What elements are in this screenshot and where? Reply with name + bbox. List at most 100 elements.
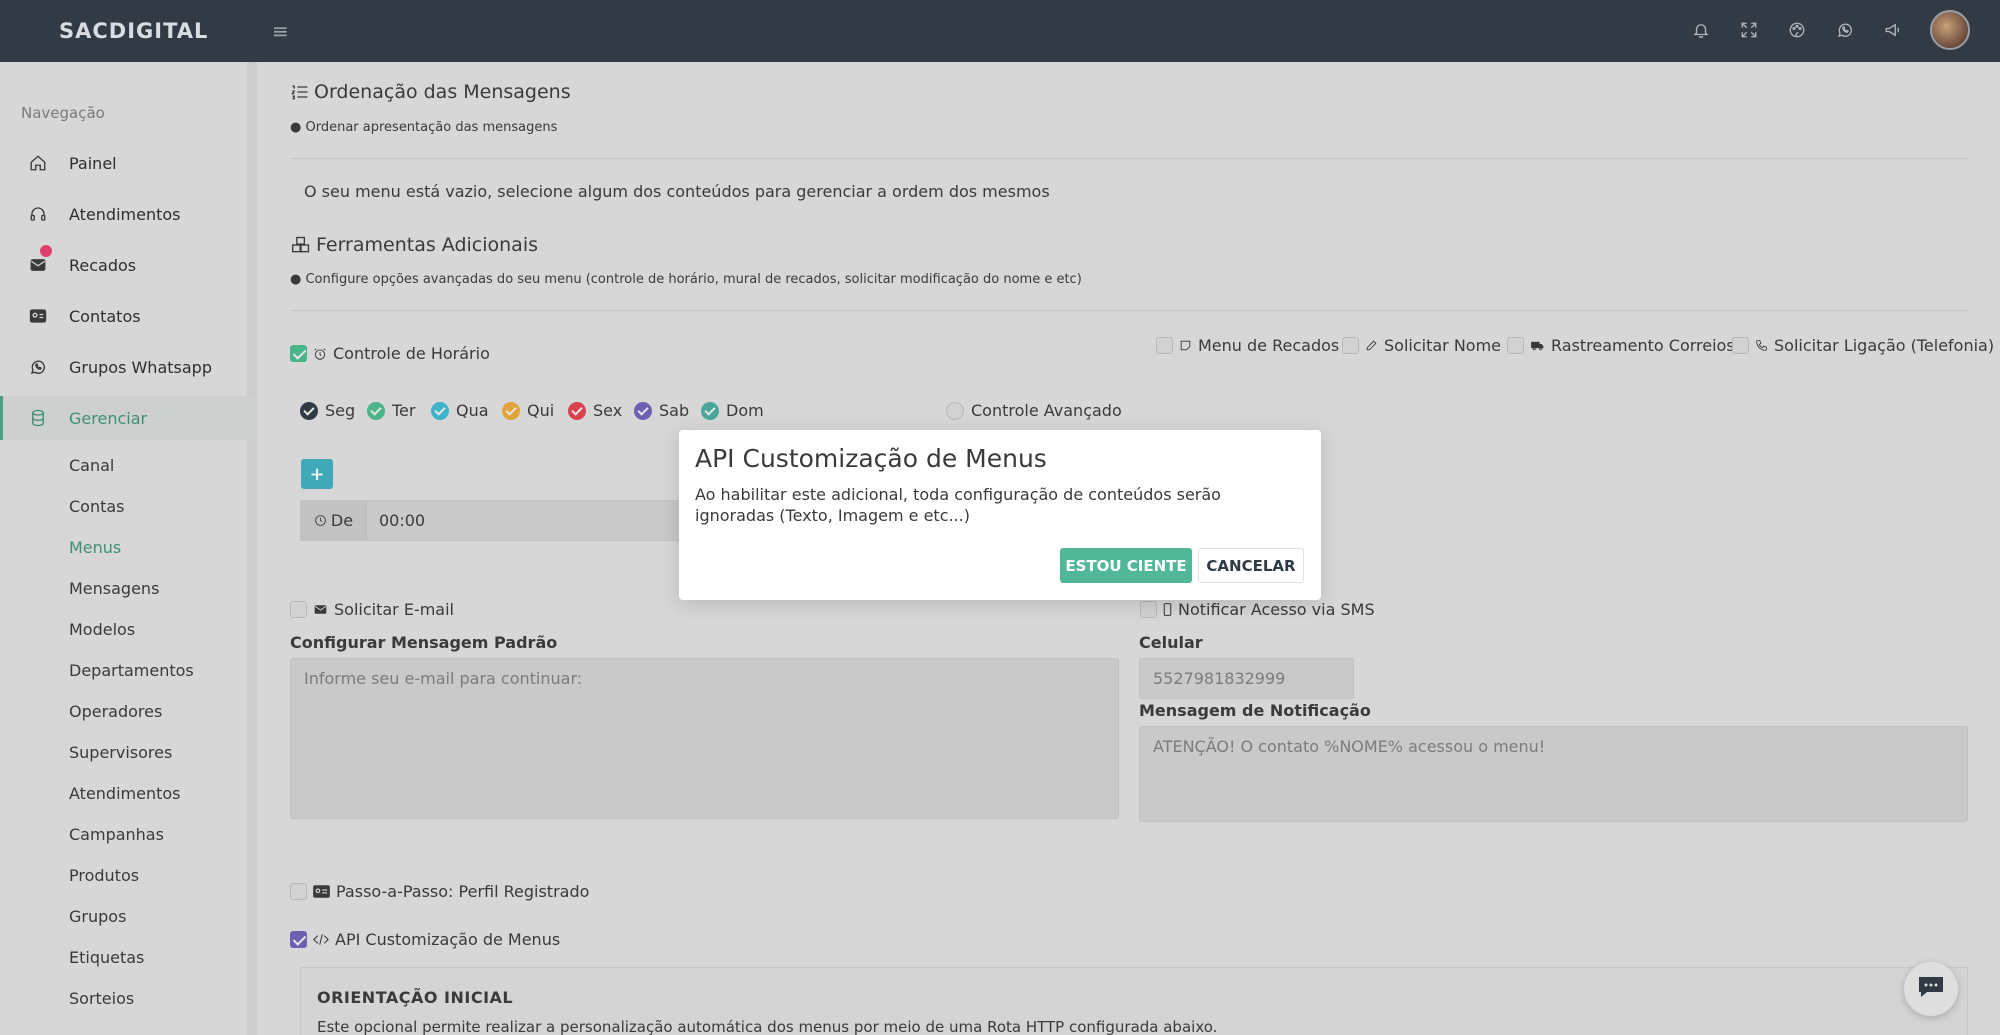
- sub-item-etiquetas[interactable]: Etiquetas: [69, 948, 144, 967]
- card-text: Este opcional permite realizar a persona…: [317, 1018, 1218, 1035]
- solicitar-email-checkbox[interactable]: [290, 601, 307, 618]
- modal-body: Ao habilitar este adicional, toda config…: [695, 485, 1221, 525]
- schedule-control-checkbox[interactable]: [290, 345, 307, 362]
- mobile-icon: [1163, 603, 1172, 616]
- api-customization-checkbox[interactable]: [290, 931, 307, 948]
- sidebar-item-recados[interactable]: Recados: [0, 243, 257, 287]
- sidebar-item-label: Painel: [69, 153, 117, 173]
- confirm-button[interactable]: ESTOU CIENTE: [1060, 548, 1192, 583]
- database-icon: [29, 409, 49, 427]
- sidebar-item-contatos[interactable]: Contatos: [0, 294, 257, 338]
- check-circle-icon[interactable]: [367, 401, 385, 420]
- megaphone-icon[interactable]: [1882, 19, 1904, 41]
- solicitar-ligacao-option[interactable]: Solicitar Ligação (Telefonia): [1732, 336, 1994, 355]
- sub-item-produtos[interactable]: Produtos: [69, 866, 139, 885]
- check-circle-icon[interactable]: [634, 401, 652, 420]
- chat-button[interactable]: [1904, 962, 1958, 1016]
- advanced-control-radio[interactable]: [946, 401, 964, 420]
- add-time-button[interactable]: +: [301, 459, 333, 489]
- modal-title: API Customização de Menus: [695, 444, 1047, 473]
- user-avatar[interactable]: [1930, 10, 1970, 50]
- cancel-button[interactable]: CANCELAR: [1198, 548, 1304, 583]
- advanced-control-option[interactable]: Controle Avançado: [946, 401, 1122, 420]
- ordered-list-icon: [290, 82, 310, 102]
- email-message-textarea[interactable]: Informe seu e-mail para continuar:: [290, 658, 1119, 819]
- sub-item-menus[interactable]: Menus: [69, 538, 121, 557]
- day-qui[interactable]: Qui: [502, 401, 554, 420]
- sub-item-sorteios[interactable]: Sorteios: [69, 989, 134, 1008]
- fullscreen-icon[interactable]: [1738, 19, 1760, 41]
- check-circle-icon[interactable]: [701, 401, 719, 420]
- notification-message-label: Mensagem de Notificação: [1139, 701, 1371, 720]
- bell-icon[interactable]: [1690, 19, 1712, 41]
- whatsapp-icon[interactable]: [1834, 19, 1856, 41]
- menu-recados-checkbox[interactable]: [1156, 337, 1173, 354]
- whatsapp-icon: [29, 358, 49, 376]
- day-seg[interactable]: Seg: [300, 401, 355, 420]
- alarm-icon: [313, 347, 327, 361]
- sidebar-item-gerenciar[interactable]: Gerenciar: [0, 396, 257, 440]
- solicitar-nome-option[interactable]: Solicitar Nome: [1342, 336, 1501, 355]
- notificar-sms-checkbox[interactable]: [1140, 601, 1157, 618]
- schedule-control-option[interactable]: Controle de Horário: [290, 344, 490, 363]
- time-prefix: De: [301, 501, 367, 540]
- day-sab[interactable]: Sab: [634, 401, 689, 420]
- menu-recados-option[interactable]: Menu de Recados: [1156, 336, 1339, 355]
- palette-icon[interactable]: [1786, 19, 1808, 41]
- sub-item-departamentos[interactable]: Departamentos: [69, 661, 194, 680]
- sub-item-mensagens[interactable]: Mensagens: [69, 579, 159, 598]
- sub-item-supervisores[interactable]: Supervisores: [69, 743, 172, 762]
- notification-message-textarea[interactable]: ATENÇÃO! O contato %NOME% acessou o menu…: [1139, 726, 1968, 822]
- solicitar-nome-checkbox[interactable]: [1342, 337, 1359, 354]
- check-circle-icon[interactable]: [502, 401, 520, 420]
- hamburger-icon[interactable]: ≡: [272, 19, 289, 43]
- sub-item-canal[interactable]: Canal: [69, 456, 114, 475]
- check-circle-icon[interactable]: [431, 401, 449, 420]
- ordering-title: Ordenação das Mensagens: [290, 81, 571, 103]
- solicitar-email-option[interactable]: Solicitar E-mail: [290, 600, 454, 619]
- truck-icon: [1530, 339, 1545, 352]
- confirm-modal: API Customização de Menus Ao habilitar e…: [679, 430, 1321, 600]
- solicitar-ligacao-checkbox[interactable]: [1732, 337, 1749, 354]
- time-range-row: De 00:00: [300, 500, 680, 541]
- day-qua[interactable]: Qua: [431, 401, 489, 420]
- check-circle-icon[interactable]: [568, 401, 586, 420]
- card-title: ORIENTAÇÃO INICIAL: [317, 988, 514, 1007]
- sidebar-item-grupos-whatsapp[interactable]: Grupos Whatsapp: [0, 345, 257, 389]
- tools-subtitle: ● Configure opções avançadas do seu menu…: [290, 272, 1082, 287]
- cubes-icon: [290, 235, 312, 255]
- help-icon: ●: [290, 272, 302, 287]
- sub-item-grupos[interactable]: Grupos: [69, 907, 126, 926]
- chat-bubble-icon: [1917, 975, 1945, 1003]
- email-message-label: Configurar Mensagem Padrão: [290, 633, 558, 652]
- time-start-input[interactable]: 00:00: [367, 511, 425, 530]
- step-by-step-option[interactable]: Passo-a-Passo: Perfil Registrado: [290, 882, 589, 901]
- rastreamento-correios-option[interactable]: Rastreamento Correios: [1507, 336, 1735, 355]
- brand-logo[interactable]: SACDIGITAL: [0, 19, 258, 43]
- sidebar-item-atendimentos[interactable]: Atendimentos: [0, 192, 257, 236]
- check-circle-icon[interactable]: [300, 401, 318, 420]
- rastreamento-correios-checkbox[interactable]: [1507, 337, 1524, 354]
- empty-menu-text: O seu menu está vazio, selecione algum d…: [304, 182, 1050, 201]
- day-dom[interactable]: Dom: [701, 401, 764, 420]
- divider: [290, 310, 1968, 311]
- divider: [290, 158, 1968, 159]
- api-customization-option[interactable]: API Customização de Menus: [290, 930, 560, 949]
- phone-input[interactable]: 5527981832999: [1139, 658, 1354, 699]
- notificar-sms-option[interactable]: Notificar Acesso via SMS: [1140, 600, 1375, 619]
- sidebar-item-label: Grupos Whatsapp: [69, 357, 212, 377]
- top-bar: SACDIGITAL ≡: [0, 0, 2000, 62]
- sub-item-contas[interactable]: Contas: [69, 497, 125, 516]
- sidebar-item-painel[interactable]: Painel: [0, 141, 257, 185]
- sidebar: Navegação Painel Atendimentos Recados Co…: [0, 62, 257, 1035]
- sub-item-atendimentos[interactable]: Atendimentos: [69, 784, 181, 803]
- clock-icon: [314, 514, 327, 527]
- day-sex[interactable]: Sex: [568, 401, 622, 420]
- sub-item-operadores[interactable]: Operadores: [69, 702, 162, 721]
- sub-item-modelos[interactable]: Modelos: [69, 620, 135, 639]
- step-by-step-checkbox[interactable]: [290, 883, 307, 900]
- help-icon: ●: [290, 120, 302, 135]
- contact-card-icon: [29, 307, 49, 325]
- day-ter[interactable]: Ter: [367, 401, 415, 420]
- sub-item-campanhas[interactable]: Campanhas: [69, 825, 164, 844]
